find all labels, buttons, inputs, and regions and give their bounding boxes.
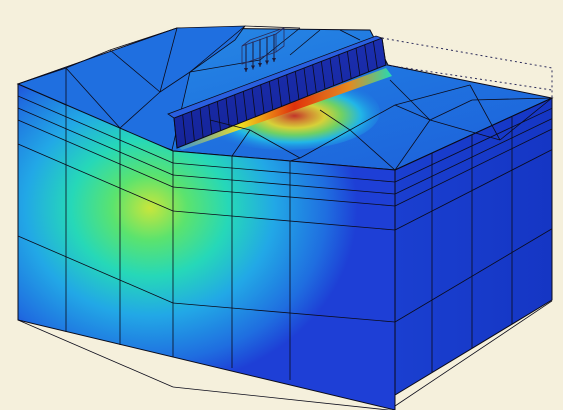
- fem-model-render[interactable]: [0, 0, 563, 410]
- mesh-top-edge: [244, 25, 301, 29]
- graphics-viewport[interactable]: [0, 0, 563, 410]
